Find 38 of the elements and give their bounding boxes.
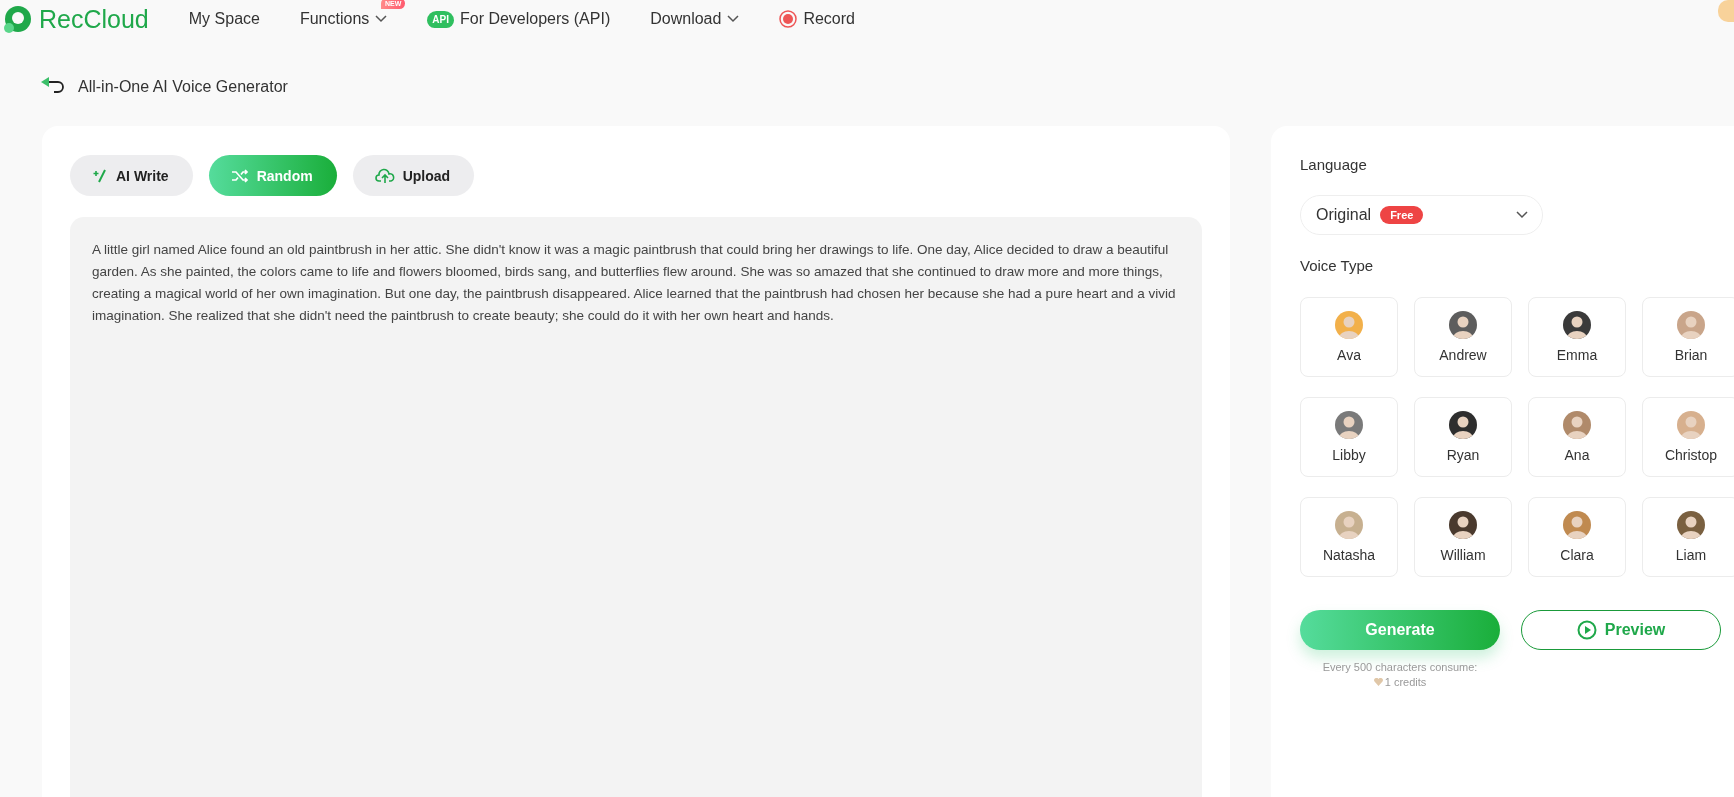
- voice-card[interactable]: Ryan: [1414, 397, 1512, 477]
- nav-link[interactable]: Record: [779, 10, 855, 28]
- page-title: All-in-One AI Voice Generator: [78, 78, 288, 96]
- voice-name: Natasha: [1322, 547, 1376, 563]
- voice-name: Ana: [1564, 447, 1590, 463]
- voice-name: Andrew: [1439, 347, 1487, 363]
- tool-button[interactable]: Upload: [352, 155, 475, 196]
- voice-card[interactable]: Ava: [1300, 297, 1398, 377]
- voice-name: Christop: [1664, 447, 1718, 463]
- language-label: Language: [1300, 156, 1368, 173]
- voice-name: Ava: [1337, 347, 1361, 363]
- free-badge: Free: [1380, 206, 1424, 224]
- voice-card[interactable]: William: [1414, 497, 1512, 577]
- voice-card[interactable]: Andrew: [1414, 297, 1512, 377]
- voice-name: Emma: [1556, 347, 1598, 363]
- voice-card[interactable]: Emma: [1528, 297, 1626, 377]
- voice-name: William: [1440, 547, 1486, 563]
- tool-button[interactable]: AI Write: [70, 155, 193, 196]
- voice-card[interactable]: Ana: [1528, 397, 1626, 477]
- nav-link[interactable]: My Space: [188, 10, 260, 28]
- voice-card[interactable]: Natasha: [1300, 497, 1398, 577]
- voice-card[interactable]: Clara: [1528, 497, 1626, 577]
- voice-name: Libby: [1332, 447, 1366, 463]
- voice-card[interactable]: Brian: [1642, 297, 1734, 377]
- credits-note: Every 500 characters consume:: [1322, 661, 1478, 673]
- credits-amount: 1 credits: [1384, 676, 1427, 688]
- voice-type-label: Voice Type: [1300, 257, 1375, 274]
- nav-link[interactable]: Download: [650, 10, 740, 28]
- voice-card[interactable]: Liam: [1642, 497, 1734, 577]
- voice-name: Ryan: [1446, 447, 1480, 463]
- voice-card[interactable]: Christop: [1642, 397, 1734, 477]
- voice-name: Liam: [1675, 547, 1707, 563]
- voice-card[interactable]: Libby: [1300, 397, 1398, 477]
- text-area[interactable]: A little girl named Alice found an old paintbrush in her attic. She didn't know it was a magic paintbrush that could bring her drawings to life. One day, Alice decided to draw a beautiful garden. As she painted, the colors came to life and flowers bloomed, birds sang, and butterflies flew around. She was so amazed that she continued to draw more and more things, creating a magical world of her own imagination. But one day, the paintbrush disappeared. Alice learned that the paintbrush had chosen her because she had a pure heart and a vivid imagination. She realized that she didn't need the paintbrush to create beauty; she could do it with her own heart and hands.: [70, 217, 1202, 797]
- voice-name: Clara: [1560, 547, 1594, 563]
- voice-name: Brian: [1674, 347, 1708, 363]
- api-badge: API: [427, 10, 454, 28]
- nav-link[interactable]: API For Developers (API): [427, 10, 611, 28]
